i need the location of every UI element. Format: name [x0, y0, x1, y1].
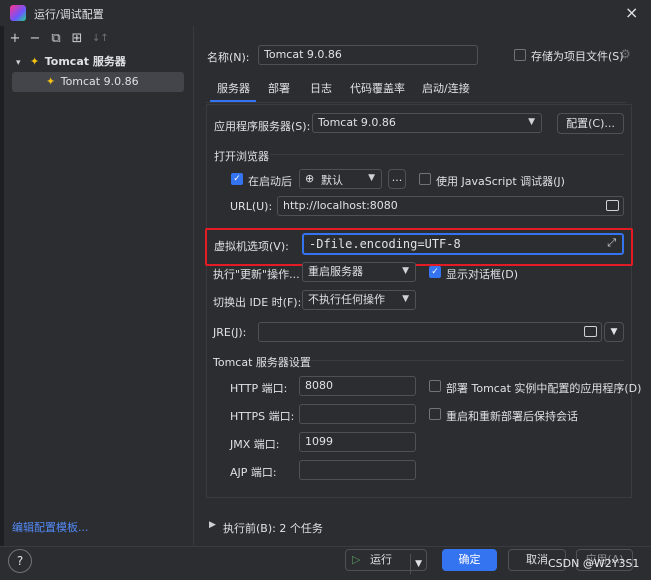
store-as-file-checkbox[interactable]: [514, 49, 526, 61]
ajp-port-label: AJP 端口:: [230, 466, 277, 479]
store-as-file-label: 存储为项目文件(S): [531, 50, 624, 63]
app-server-label: 应用程序服务器(S):: [214, 120, 311, 133]
close-icon[interactable]: ×: [625, 3, 638, 22]
help-button[interactable]: ?: [8, 549, 32, 573]
chevron-down-icon: ▼: [368, 173, 375, 183]
http-port-label: HTTP 端口:: [230, 382, 288, 395]
folder-icon[interactable]: ⊞: [70, 32, 84, 46]
chevron-down-icon[interactable]: ▼: [410, 554, 422, 574]
browser-select[interactable]: ⊕ 默认 ▼: [299, 169, 382, 189]
folder-icon[interactable]: [606, 200, 619, 211]
section-divider: [311, 360, 624, 361]
name-label: 名称(N):: [207, 51, 250, 64]
tab-coverage[interactable]: 代码覆盖率: [350, 80, 405, 96]
jmx-port-field[interactable]: 1099: [299, 432, 416, 452]
add-icon[interactable]: +: [8, 32, 22, 46]
tab-logs[interactable]: 日志: [310, 80, 332, 96]
tomcat-settings-heading: Tomcat 服务器设置: [213, 356, 311, 369]
http-port-field[interactable]: 8080: [299, 376, 416, 396]
tomcat-icon: ✦: [30, 55, 40, 68]
js-debugger-label: 使用 JavaScript 调试器(J): [436, 175, 565, 188]
after-launch-label: 在启动后: [248, 175, 292, 188]
chevron-right-icon[interactable]: ▶: [209, 520, 216, 530]
chevron-down-icon: ▼: [402, 294, 409, 304]
url-field[interactable]: http://localhost:8080: [277, 196, 624, 216]
preserve-sessions-checkbox[interactable]: [429, 408, 441, 420]
chevron-down-icon: ▼: [402, 266, 409, 276]
sort-icon[interactable]: ↓↑: [92, 32, 109, 46]
deploy-apps-label: 部署 Tomcat 实例中配置的应用程序(D): [446, 382, 642, 395]
chevron-down-icon[interactable]: ▾: [16, 58, 21, 68]
tree-item-tomcat-9[interactable]: ✦ Tomcat 9.0.86: [12, 72, 184, 92]
play-icon: ▷: [352, 553, 361, 566]
js-debugger-checkbox[interactable]: [419, 173, 431, 185]
tab-server[interactable]: 服务器: [217, 80, 250, 96]
app-server-select[interactable]: Tomcat 9.0.86 ▼: [312, 113, 542, 133]
preserve-sessions-label: 重启和重新部署后保持会话: [446, 410, 578, 423]
tomcat-icon: ✦: [46, 75, 56, 88]
ajp-port-field[interactable]: [299, 460, 416, 480]
vm-options-field[interactable]: -Dfile.encoding=UTF-8 ⤢: [302, 233, 624, 255]
app-logo-icon: [10, 5, 26, 21]
edit-templates-link[interactable]: 编辑配置模板...: [12, 519, 89, 535]
jre-label: JRE(J):: [213, 326, 247, 339]
jmx-port-label: JMX 端口:: [230, 438, 280, 451]
run-button[interactable]: ▷ 运行 ▼: [345, 549, 427, 574]
on-frame-label: 切换出 IDE 时(F):: [213, 296, 302, 309]
browse-more-button[interactable]: ...: [388, 169, 406, 189]
before-launch-section[interactable]: 执行前(B): 2 个任务: [223, 520, 323, 536]
url-label: URL(U):: [230, 200, 273, 213]
vm-options-label: 虚拟机选项(V):: [214, 240, 289, 253]
open-browser-heading: 打开浏览器: [214, 150, 269, 163]
settings-gear-icon[interactable]: ⚙: [620, 47, 631, 61]
folder-icon[interactable]: [584, 326, 597, 337]
remove-icon[interactable]: −: [28, 32, 42, 46]
tabs-divider: [206, 102, 626, 103]
jre-field[interactable]: [258, 322, 602, 342]
show-dialog-label: 显示对话框(D): [446, 268, 519, 281]
tree-item-label: Tomcat 9.0.86: [60, 75, 139, 88]
watermark: CSDN @W2Y3S1: [548, 557, 640, 570]
ok-button[interactable]: 确定: [442, 549, 497, 571]
tab-startup[interactable]: 启动/连接: [422, 80, 470, 96]
window-title: 运行/调试配置: [34, 8, 104, 21]
tree-group-tomcat[interactable]: ▾ ✦ Tomcat 服务器: [16, 52, 186, 72]
jre-dropdown-button[interactable]: ▼: [604, 322, 624, 342]
expand-icon[interactable]: ⤢: [607, 236, 616, 250]
on-update-label: 执行"更新"操作...: [213, 268, 300, 281]
https-port-label: HTTPS 端口:: [230, 410, 295, 423]
configure-button[interactable]: 配置(C)...: [557, 113, 624, 134]
section-divider: [270, 154, 624, 155]
on-update-select[interactable]: 重启服务器 ▼: [302, 262, 416, 282]
show-dialog-checkbox[interactable]: ✓: [429, 266, 441, 278]
copy-icon[interactable]: ⧉: [49, 32, 63, 46]
after-launch-checkbox[interactable]: ✓: [231, 173, 243, 185]
name-field[interactable]: Tomcat 9.0.86: [258, 45, 478, 65]
https-port-field[interactable]: [299, 404, 416, 424]
deploy-apps-checkbox[interactable]: [429, 380, 441, 392]
config-tree-panel: [4, 26, 194, 546]
globe-icon: ⊕: [305, 172, 315, 185]
tab-deployment[interactable]: 部署: [268, 80, 290, 96]
tree-group-label: Tomcat 服务器: [44, 55, 126, 68]
chevron-down-icon: ▼: [528, 117, 535, 127]
on-frame-select[interactable]: 不执行任何操作 ▼: [302, 290, 416, 310]
